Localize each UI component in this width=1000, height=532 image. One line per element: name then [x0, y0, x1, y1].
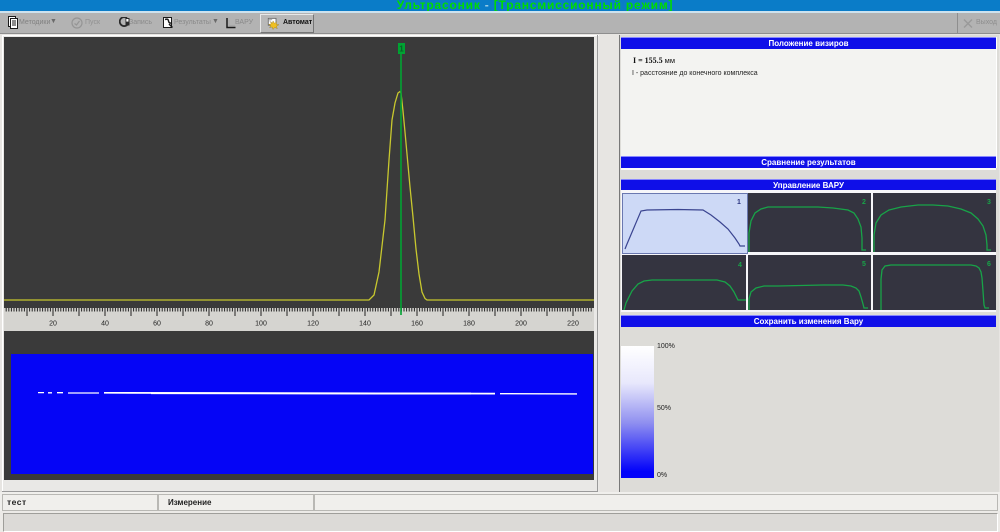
svg-text:120: 120: [307, 321, 319, 328]
svg-text:100: 100: [255, 321, 267, 328]
svg-text:20: 20: [49, 321, 57, 328]
svg-text:160: 160: [411, 321, 423, 328]
svg-text:5: 5: [862, 261, 866, 268]
svg-text:220: 220: [567, 321, 579, 328]
svg-text:2: 2: [862, 199, 866, 206]
svg-text:140: 140: [359, 321, 371, 328]
svg-text:180: 180: [463, 321, 475, 328]
svg-text:60: 60: [153, 321, 161, 328]
svg-text:1: 1: [399, 45, 404, 54]
svg-text:6: 6: [987, 261, 991, 268]
svg-text:40: 40: [101, 321, 109, 328]
svg-text:4: 4: [738, 262, 742, 269]
svg-text:200: 200: [515, 321, 527, 328]
svg-text:1: 1: [737, 199, 741, 206]
svg-text:3: 3: [987, 199, 991, 206]
svg-text:80: 80: [205, 321, 213, 328]
